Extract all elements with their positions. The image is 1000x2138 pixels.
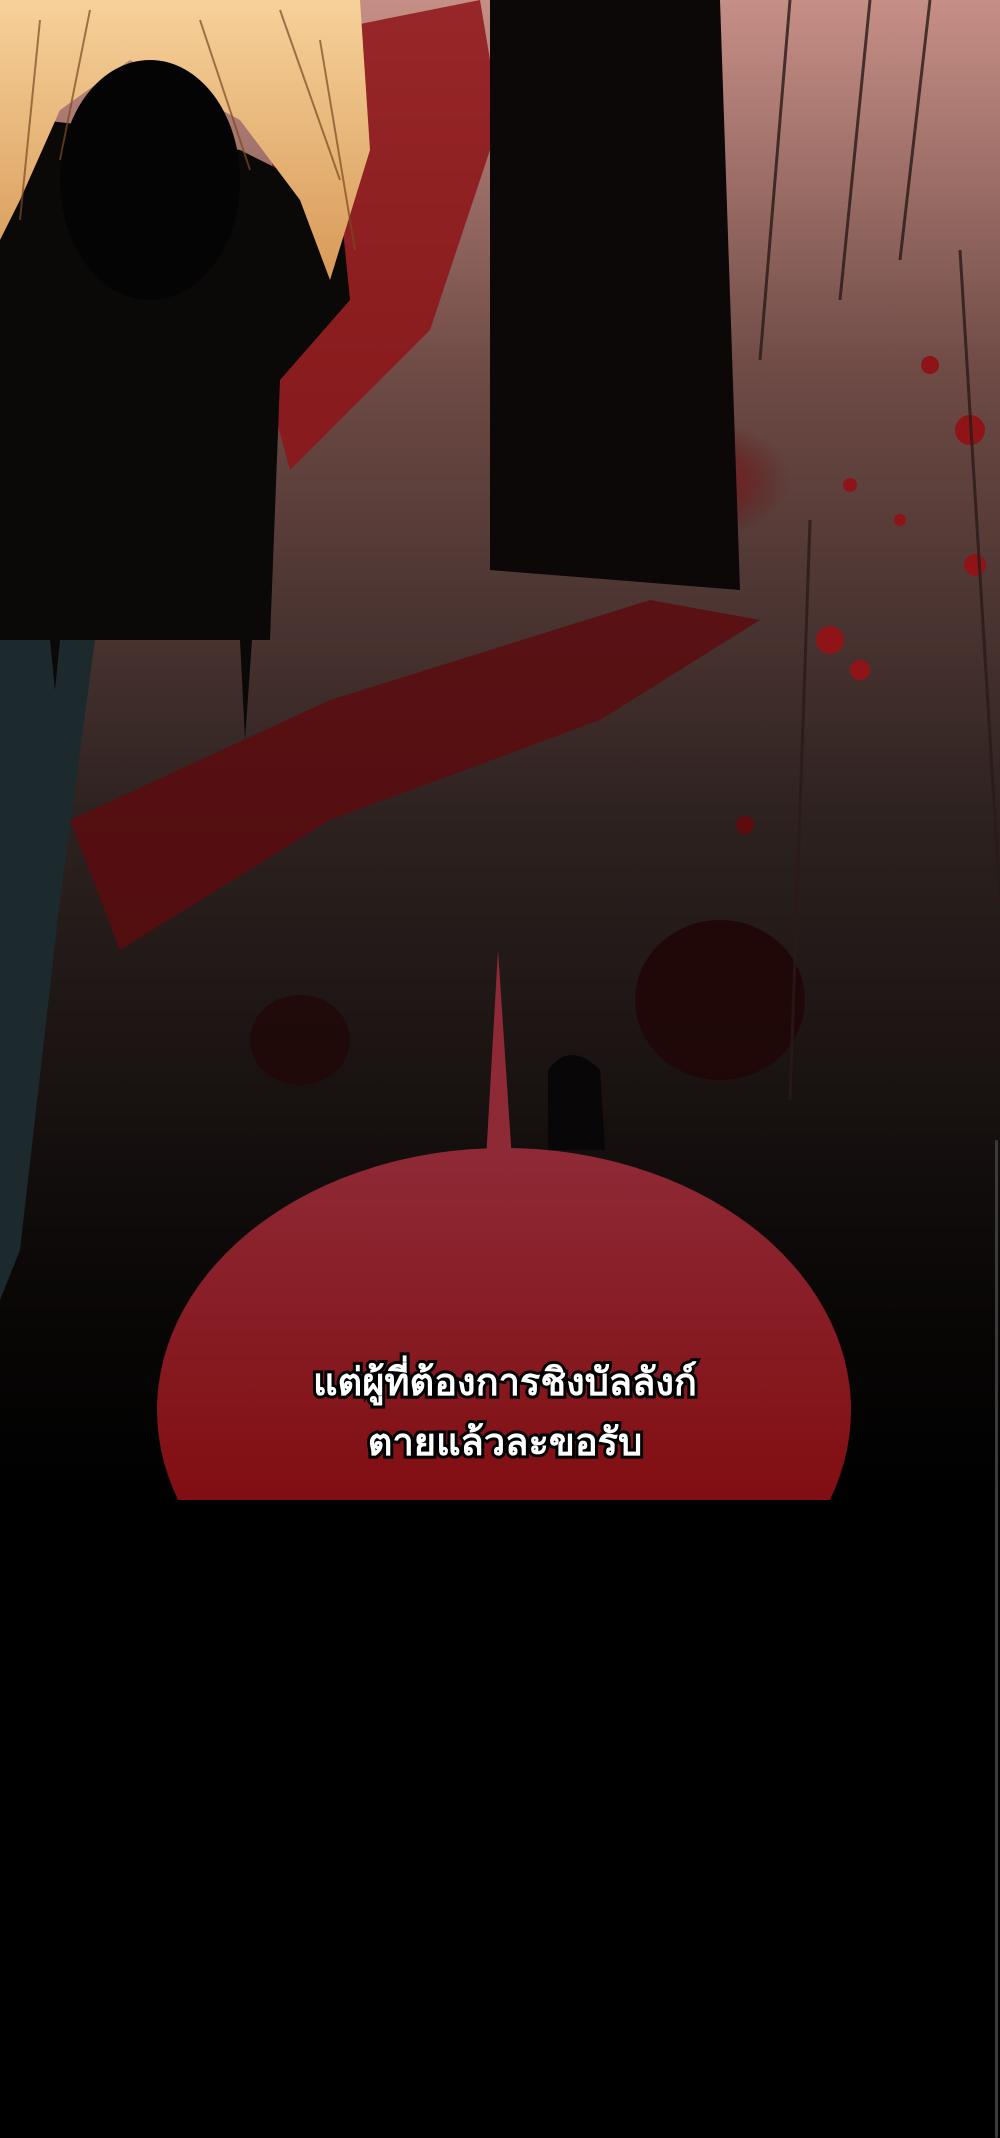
dialogue-text: แต่ผู้ที่ต้องการชิงบัลลังก์ ตายแล้วละขอร… xyxy=(160,1352,850,1472)
scrollbar[interactable] xyxy=(995,1140,998,2138)
standing-figure-robe xyxy=(490,0,740,590)
dialogue-line-1: แต่ผู้ที่ต้องการชิงบัลลังก์ xyxy=(310,1357,700,1407)
dialogue-line-2: ตายแล้วละขอรับ xyxy=(365,1417,645,1467)
comic-panel-art xyxy=(0,0,1000,1500)
shadow-shape xyxy=(548,1055,605,1150)
comic-page: แต่ผู้ที่ต้องการชิงบัลลังก์ ตายแล้วละขอร… xyxy=(0,0,1000,2138)
